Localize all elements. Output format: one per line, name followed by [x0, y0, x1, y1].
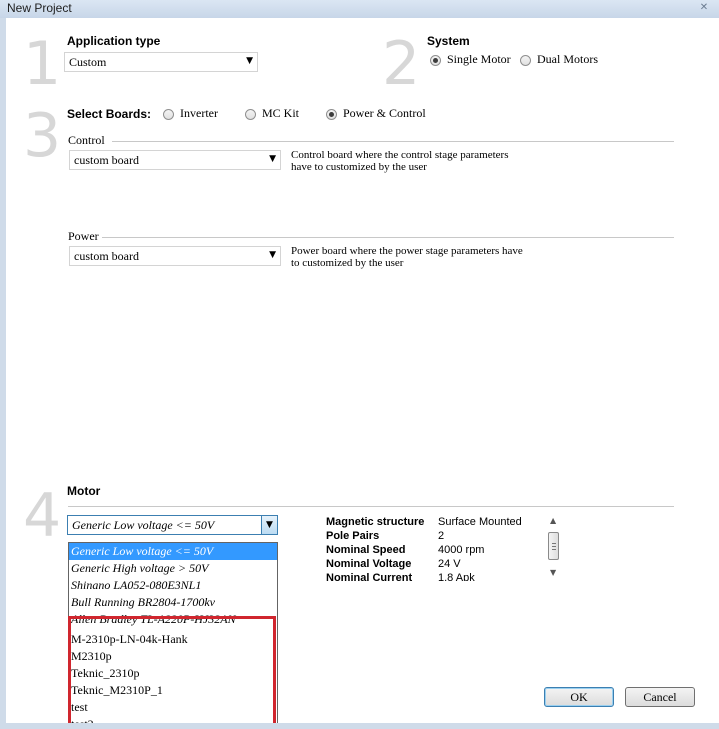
application-type-select[interactable]: Custom ▼: [64, 52, 258, 72]
step-number-4: 4: [23, 481, 62, 551]
scroll-thumb[interactable]: [548, 532, 559, 560]
step-number-3: 3: [23, 101, 62, 171]
motor-option[interactable]: test: [69, 699, 277, 716]
motor-option[interactable]: Shinano LA052-080E3NL1: [69, 577, 277, 594]
motor-option[interactable]: Teknic_2310p: [69, 665, 277, 682]
power-board-description: Power board where the power stage parame…: [291, 245, 523, 269]
control-label: Control: [68, 133, 105, 147]
chevron-down-icon[interactable]: ▼: [261, 516, 277, 534]
control-board-select[interactable]: custom board ▼: [69, 150, 281, 170]
select-boards-heading: Select Boards:: [67, 107, 152, 121]
step-number-2: 2: [382, 29, 421, 99]
application-type-heading: Application type: [67, 34, 161, 48]
property-name: Pole Pairs: [326, 530, 380, 542]
motor-option[interactable]: Generic High voltage > 50V: [69, 560, 277, 577]
power-control-radio[interactable]: [326, 109, 337, 120]
motor-option[interactable]: M-2310p-LN-04k-Hank: [69, 631, 277, 648]
single-motor-radio[interactable]: [430, 55, 441, 66]
dual-motors-label: Dual Motors: [537, 52, 598, 66]
dialog-body: 1 Application type Custom ▼ 2 System Sin…: [6, 18, 719, 729]
chevron-down-icon: ▼: [269, 250, 276, 260]
system-heading: System: [427, 34, 470, 48]
title-bar: New Project ✕: [0, 0, 719, 18]
control-board-description: Control board where the control stage pa…: [291, 149, 509, 173]
cancel-button[interactable]: Cancel: [625, 687, 695, 707]
motor-divider: [68, 506, 674, 507]
property-value: 24 V: [438, 558, 461, 570]
scroll-up-icon[interactable]: ▲: [550, 516, 556, 525]
power-control-label: Power & Control: [343, 106, 426, 120]
close-icon[interactable]: ✕: [697, 2, 711, 14]
mc-kit-radio[interactable]: [245, 109, 256, 120]
property-row-clipped: Nominal Current 1.8 Apk: [326, 572, 546, 581]
inverter-label: Inverter: [180, 106, 218, 120]
property-name: Nominal Current: [326, 572, 413, 581]
inverter-radio[interactable]: [163, 109, 174, 120]
power-divider: [102, 237, 674, 238]
step-number-1: 1: [23, 29, 62, 99]
taskbar-strip: [0, 723, 719, 729]
motor-option[interactable]: Generic Low voltage <= 50V: [69, 543, 277, 560]
property-value: Surface Mounted: [438, 516, 522, 528]
control-divider: [112, 141, 674, 142]
mc-kit-label: MC Kit: [262, 106, 300, 120]
motor-select[interactable]: Generic Low voltage <= 50V ▼: [67, 515, 278, 535]
property-name: Magnetic structure: [326, 516, 425, 528]
properties-scrollbar[interactable]: ▲ ▼: [548, 516, 560, 580]
dual-motors-radio[interactable]: [520, 55, 531, 66]
power-board-value: custom board: [74, 249, 139, 263]
motor-option[interactable]: Allen Bradley TL-A220P-HJ32AN: [69, 611, 277, 628]
ok-button[interactable]: OK: [544, 687, 614, 707]
property-value: 1.8 Apk: [438, 572, 475, 581]
property-name: Nominal Voltage: [326, 558, 412, 570]
motor-heading: Motor: [67, 484, 101, 498]
power-label: Power: [68, 229, 99, 243]
motor-option[interactable]: Teknic_M2310P_1: [69, 682, 277, 699]
window-title: New Project: [7, 1, 72, 15]
power-board-select[interactable]: custom board ▼: [69, 246, 281, 266]
chevron-down-icon: ▼: [269, 154, 276, 164]
scroll-down-icon[interactable]: ▼: [550, 568, 556, 577]
property-value: 2: [438, 530, 445, 542]
control-board-value: custom board: [74, 153, 139, 167]
chevron-down-icon: ▼: [246, 56, 253, 66]
motor-dropdown-list[interactable]: Generic Low voltage <= 50V Generic High …: [68, 542, 278, 725]
single-motor-label: Single Motor: [447, 52, 511, 66]
property-name: Nominal Speed: [326, 544, 406, 556]
motor-option[interactable]: M2310p: [69, 648, 277, 665]
motor-select-value: Generic Low voltage <= 50V: [72, 518, 215, 532]
motor-option[interactable]: Bull Running BR2804-1700kv: [69, 594, 277, 611]
application-type-value: Custom: [69, 55, 107, 69]
property-value: 4000 rpm: [438, 544, 485, 556]
